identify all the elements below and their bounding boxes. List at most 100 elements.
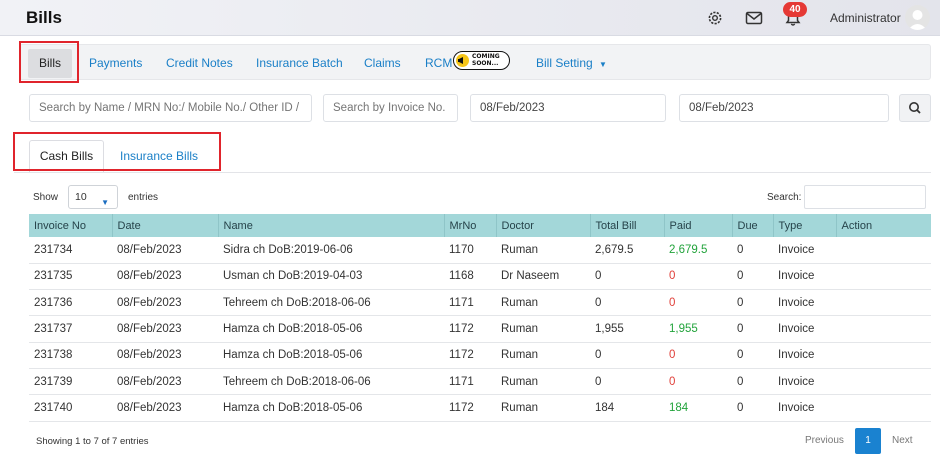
cell-due: 0 (732, 315, 773, 343)
cell-type: Invoice (773, 394, 836, 422)
cell-total-bill: 0 (590, 368, 664, 396)
highlight-subtabs (13, 132, 221, 171)
column-header-mrno[interactable]: MrNo (443, 214, 496, 237)
table-row[interactable]: 231734 08/Feb/2023 Sidra ch DoB:2019-06-06… (29, 237, 931, 264)
cell-name: Hamza ch DoB:2018-05-06 (218, 394, 444, 422)
table-search-input[interactable] (804, 185, 926, 209)
table-search-label: Search: (767, 192, 802, 203)
cell-doctor: Ruman (496, 394, 590, 422)
caret-down-icon: ▼ (599, 60, 607, 69)
table-body: 231734 08/Feb/2023 Sidra ch DoB:2019-06-06… (29, 237, 931, 422)
cell-date: 08/Feb/2023 (112, 368, 218, 396)
column-header-doctor[interactable]: Doctor (495, 214, 590, 237)
cell-action (836, 237, 931, 264)
cell-doctor: Ruman (496, 368, 590, 396)
cell-paid: 2,679.5 (664, 237, 732, 264)
cell-action (836, 394, 931, 422)
cell-action (836, 263, 931, 291)
show-label: Show (33, 192, 59, 203)
cell-total-bill: 0 (590, 342, 664, 369)
gear-icon[interactable] (706, 9, 724, 27)
table-row[interactable]: 231740 08/Feb/2023 Hamza ch DoB:2018-05-06… (29, 394, 931, 422)
cell-invoice-no: 231739 (29, 368, 112, 396)
cell-date: 08/Feb/2023 (112, 394, 218, 422)
cell-total-bill: 0 (590, 289, 664, 317)
cell-date: 08/Feb/2023 (112, 289, 218, 317)
pagination-next[interactable]: Next (892, 435, 913, 446)
pagination-page-1[interactable]: 1 (855, 428, 881, 454)
column-header-action[interactable]: Action (835, 214, 931, 237)
search-button[interactable] (899, 94, 931, 122)
cell-type: Invoice (773, 237, 836, 264)
cell-action (836, 342, 931, 369)
cell-mrno: 1172 (444, 394, 496, 422)
table-info: Showing 1 to 7 of 7 entries (36, 436, 149, 447)
column-header-name[interactable]: Name (217, 214, 444, 237)
cell-invoice-no: 231734 (29, 237, 112, 264)
cell-mrno: 1170 (444, 237, 496, 264)
cell-invoice-no: 231736 (29, 289, 112, 317)
user-name[interactable]: Administrator (830, 11, 901, 25)
tab-rcm[interactable]: RCM (425, 56, 452, 70)
search-invoice-input[interactable] (323, 94, 458, 122)
cell-date: 08/Feb/2023 (112, 315, 218, 343)
table-row[interactable]: 231735 08/Feb/2023 Usman ch DoB:2019-04-03… (29, 263, 931, 291)
cell-type: Invoice (773, 315, 836, 343)
column-header-total-bill[interactable]: Total Bill (589, 214, 664, 237)
entries-label: entries (128, 192, 159, 203)
date-from-input[interactable] (470, 94, 666, 122)
cell-doctor: Dr Naseem (496, 263, 590, 291)
cell-paid: 0 (664, 342, 732, 369)
table-row[interactable]: 231739 08/Feb/2023 Tehreem ch DoB:2018-06-… (29, 368, 931, 396)
cell-paid: 184 (664, 394, 732, 422)
table-row[interactable]: 231738 08/Feb/2023 Hamza ch DoB:2018-05-06… (29, 342, 931, 369)
cell-total-bill: 184 (590, 394, 664, 422)
notification-badge: 40 (783, 2, 807, 17)
cell-invoice-no: 231735 (29, 263, 112, 291)
cell-doctor: Ruman (496, 315, 590, 343)
page-title: Bills (26, 8, 62, 27)
cell-doctor: Ruman (496, 342, 590, 369)
cell-paid: 0 (664, 289, 732, 317)
tab-credit-notes[interactable]: Credit Notes (166, 56, 233, 70)
column-header-invoice-no[interactable]: Invoice No (29, 214, 112, 237)
coming-soon-badge: COMING SOON... (453, 51, 510, 70)
column-header-date[interactable]: Date (111, 214, 218, 237)
mail-icon[interactable] (745, 9, 763, 27)
cell-mrno: 1172 (444, 315, 496, 343)
pagination-previous[interactable]: Previous (805, 435, 844, 446)
search-icon (909, 102, 921, 114)
tab-insurance-batch[interactable]: Insurance Batch (256, 56, 343, 70)
tab-payments[interactable]: Payments (89, 56, 142, 70)
column-header-due[interactable]: Due (731, 214, 773, 237)
table-row[interactable]: 231736 08/Feb/2023 Tehreem ch DoB:2018-06-… (29, 289, 931, 317)
column-header-paid[interactable]: Paid (663, 214, 732, 237)
tab-bill-setting[interactable]: Bill Setting ▼ (536, 56, 607, 70)
search-name-input[interactable] (29, 94, 312, 122)
cell-doctor: Ruman (496, 289, 590, 317)
cell-due: 0 (732, 368, 773, 396)
cell-date: 08/Feb/2023 (112, 237, 218, 264)
date-to-input[interactable] (679, 94, 889, 122)
cell-date: 08/Feb/2023 (112, 263, 218, 291)
cell-paid: 0 (664, 368, 732, 396)
entries-select[interactable]: 10 ▼ (68, 185, 118, 209)
cell-name: Hamza ch DoB:2018-05-06 (218, 342, 444, 369)
cell-due: 0 (732, 289, 773, 317)
cell-mrno: 1172 (444, 342, 496, 369)
cell-due: 0 (732, 342, 773, 369)
cell-name: Usman ch DoB:2019-04-03 (218, 263, 444, 291)
cell-paid: 0 (664, 263, 732, 291)
column-header-type[interactable]: Type (772, 214, 836, 237)
table-row[interactable]: 231737 08/Feb/2023 Hamza ch DoB:2018-05-06… (29, 315, 931, 343)
cell-name: Hamza ch DoB:2018-05-06 (218, 315, 444, 343)
tab-claims[interactable]: Claims (364, 56, 401, 70)
cell-action (836, 315, 931, 343)
cell-doctor: Ruman (496, 237, 590, 264)
cell-type: Invoice (773, 368, 836, 396)
cell-mrno: 1171 (444, 368, 496, 396)
megaphone-icon (456, 54, 469, 67)
caret-down-icon: ▼ (101, 198, 109, 207)
cell-action (836, 368, 931, 396)
avatar[interactable] (905, 5, 930, 30)
